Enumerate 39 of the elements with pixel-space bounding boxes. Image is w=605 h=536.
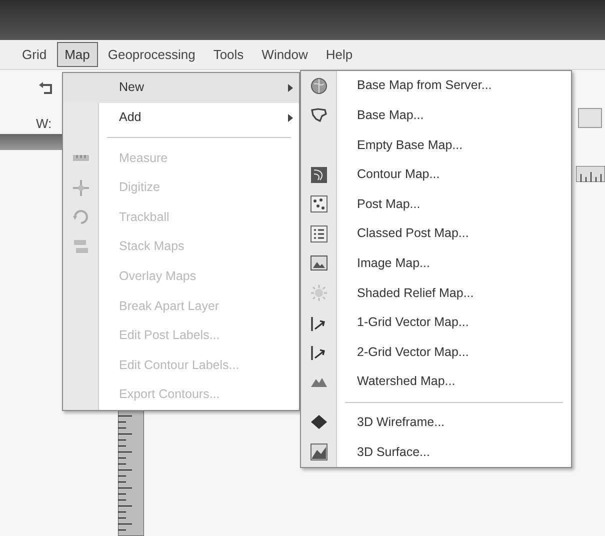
menu-item[interactable]: Classed Post Map...: [357, 224, 469, 244]
menu-item[interactable]: 2-Grid Vector Map...: [357, 342, 469, 362]
globe-icon: [310, 76, 328, 95]
toolbar-label: W:: [36, 115, 52, 133]
menu-item[interactable]: Empty Base Map...: [357, 136, 463, 154]
stack-icon: [72, 238, 90, 256]
menu-item[interactable]: Add: [119, 108, 142, 127]
menu-item[interactable]: 3D Wireframe...: [357, 412, 445, 432]
outline-icon: [310, 106, 328, 124]
vector-icon: [310, 343, 328, 362]
menu-item[interactable]: 1-Grid Vector Map...: [357, 313, 469, 332]
menu-item[interactable]: Post Map...: [357, 194, 420, 214]
menu-bar-item[interactable]: Tools: [205, 42, 252, 68]
ruler-drawing: [576, 166, 605, 182]
menu-item[interactable]: Shaded Relief Map...: [357, 284, 474, 302]
menu-item[interactable]: Base Map from Server...: [357, 76, 492, 96]
menu-item[interactable]: Image Map...: [357, 254, 430, 273]
menu-bar-item[interactable]: Window: [254, 42, 316, 68]
image-icon: [310, 254, 328, 272]
menu-item[interactable]: Contour Map...: [357, 165, 440, 184]
menu-item[interactable]: Base Map...: [357, 106, 424, 125]
menu-bar-item[interactable]: Grid: [14, 42, 55, 68]
crosshair-icon: [72, 178, 90, 197]
contour-icon: [310, 166, 328, 184]
undo-icon[interactable]: [38, 82, 54, 96]
menu-bar-item[interactable]: Geoprocessing: [100, 42, 204, 68]
dots-icon: [310, 195, 328, 214]
list-icon: [310, 224, 328, 243]
toolbar-button[interactable]: [578, 108, 602, 128]
menu-bar-item[interactable]: Map: [56, 42, 98, 68]
menu-bar-item[interactable]: Help: [318, 42, 361, 68]
menu-item[interactable]: 3D Surface...: [357, 442, 430, 462]
rotate-icon: [72, 208, 90, 226]
menu-item[interactable]: Watershed Map...: [357, 372, 456, 392]
sun-icon: [310, 284, 328, 302]
menu-item[interactable]: New: [119, 78, 144, 98]
diamond-icon: [310, 413, 328, 432]
surface-icon: [310, 442, 328, 461]
dropdown-bar[interactable]: [0, 134, 62, 150]
